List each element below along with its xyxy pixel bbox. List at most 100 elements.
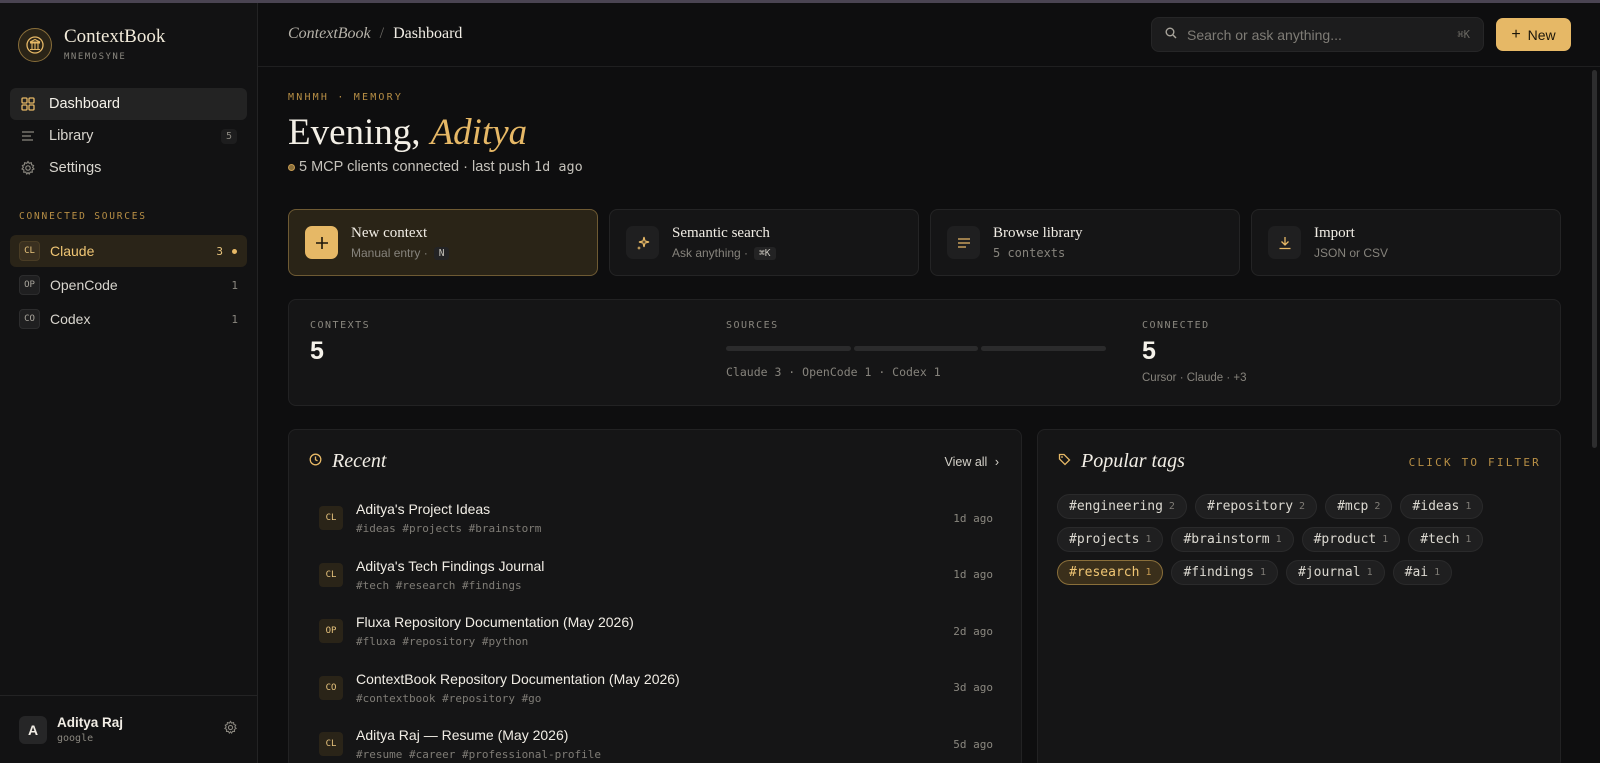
active-dot: [232, 248, 237, 254]
tag-chip[interactable]: #brainstorm 1: [1171, 527, 1294, 552]
source-bar-segment: [853, 346, 979, 351]
tag-count: 1: [1145, 534, 1152, 545]
action-subtitle: 5 contexts: [993, 246, 1066, 260]
stat-subtitle: Cursor · Claude · +3: [1142, 372, 1247, 384]
source-badge: CL: [319, 732, 343, 757]
browse-library-action[interactable]: Browse library 5 contexts: [930, 209, 1240, 276]
tag-chip[interactable]: #journal 1: [1285, 560, 1385, 585]
user-name: Aditya Raj: [57, 715, 124, 730]
tag-name: #ideas: [1412, 499, 1460, 514]
tag-count: 2: [1374, 501, 1381, 512]
clock-icon: [309, 453, 322, 471]
download-icon: [1268, 226, 1301, 259]
panel-title-text: Popular tags: [1081, 450, 1185, 472]
tag-name: #projects: [1069, 532, 1140, 547]
item-tags: #ideas #projects #brainstorm: [356, 522, 542, 536]
tag-name: #repository: [1206, 499, 1294, 514]
grid-icon: [20, 96, 36, 112]
action-subtitle: Manual entry ·: [351, 246, 428, 260]
stat-subtitle: Claude 3 · OpenCode 1 · Codex 1: [726, 365, 941, 379]
tag-chip[interactable]: #engineering 2: [1057, 494, 1187, 519]
nav-item-dashboard[interactable]: Dashboard: [10, 88, 247, 120]
eyebrow-label: ΜΝΗΜΗ · MEMORY: [288, 92, 404, 103]
new-context-action[interactable]: New context Manual entry · N: [288, 209, 598, 276]
source-item-opencode[interactable]: OP OpenCode 1: [10, 269, 247, 301]
source-count: 1: [231, 312, 238, 326]
main-nav: Dashboard Library 5 Settings: [10, 88, 247, 184]
tag-cloud: #engineering 2 #repository 2 #mcp 2 #ideas 1 #pr…: [1057, 494, 1527, 585]
item-tags: #resume #career #professional-profile: [356, 748, 602, 762]
user-profile[interactable]: A Aditya Raj google: [0, 695, 257, 763]
user-settings-gear-icon[interactable]: [223, 719, 238, 740]
source-bar-segment: [981, 346, 1107, 351]
tag-chip[interactable]: #product 1: [1301, 527, 1401, 552]
tag-count: 1: [1275, 534, 1282, 545]
tag-count: 1: [1434, 567, 1441, 578]
view-all-link[interactable]: View all ›: [944, 455, 999, 469]
source-item-claude[interactable]: CL Claude 3: [10, 235, 247, 267]
source-count: 3: [216, 244, 223, 258]
source-label: Codex: [50, 311, 91, 327]
item-tags: #fluxa #repository #python: [356, 635, 529, 649]
breadcrumb-current: Dashboard: [393, 25, 463, 42]
stat-label: SOURCES: [726, 320, 779, 331]
source-badge: OP: [319, 619, 343, 644]
new-button-label: New: [1527, 26, 1556, 43]
connection-status: 5 MCP clients connected · last push 1d a…: [288, 159, 583, 175]
item-title: ContextBook Repository Documentation (Ma…: [356, 670, 680, 687]
recent-list: CL Aditya's Project Ideas #ideas #project…: [309, 490, 1003, 763]
view-all-label: View all: [944, 455, 988, 469]
tag-icon: [1058, 453, 1071, 471]
item-title: Aditya Raj — Resume (May 2026): [356, 727, 569, 744]
tag-chip[interactable]: #ai 1: [1392, 560, 1453, 585]
plus-icon: [305, 226, 338, 259]
semantic-search-action[interactable]: Semantic search Ask anything · ⌘K: [609, 209, 919, 276]
nav-item-library[interactable]: Library 5: [10, 120, 247, 152]
tag-chip[interactable]: #repository 2: [1194, 494, 1318, 519]
popular-tags-title: Popular tags: [1058, 450, 1185, 473]
tag-chip[interactable]: #research 1: [1057, 560, 1164, 585]
item-title: Fluxa Repository Documentation (May 2026…: [356, 614, 634, 631]
import-action[interactable]: Import JSON or CSV: [1251, 209, 1561, 276]
status-time: 1d ago: [534, 159, 583, 175]
greeting-text: Evening,: [288, 112, 421, 153]
sources-distribution-bar: [726, 346, 1107, 351]
list-item[interactable]: CL Aditya Raj — Resume (May 2026) #resume…: [309, 716, 1003, 763]
action-title: Browse library: [993, 225, 1083, 241]
tag-chip[interactable]: #ideas 1: [1400, 494, 1484, 519]
tag-name: #findings: [1183, 565, 1254, 580]
tag-chip[interactable]: #findings 1: [1171, 560, 1278, 585]
tag-name: #tech: [1420, 532, 1460, 547]
brand-subtitle: MNEMOSYNE: [64, 52, 127, 62]
tag-count: 1: [1382, 534, 1389, 545]
list-item[interactable]: OP Fluxa Repository Documentation (May 2…: [309, 603, 1003, 660]
nav-item-settings[interactable]: Settings: [10, 152, 247, 184]
source-item-codex[interactable]: CO Codex 1: [10, 303, 247, 335]
list-item[interactable]: CL Aditya's Project Ideas #ideas #project…: [309, 490, 1003, 547]
action-subtitle: Ask anything ·: [672, 246, 749, 260]
brand-name: ContextBook: [64, 26, 166, 47]
recent-panel: Recent View all › CL Aditya's Project Id…: [288, 429, 1022, 763]
tag-count: 2: [1299, 501, 1306, 512]
stats-panel: CONTEXTS 5 SOURCES Claude 3 · OpenCode 1…: [288, 299, 1561, 406]
breadcrumb-root[interactable]: ContextBook: [288, 25, 371, 43]
search-placeholder: Search or ask anything...: [1187, 26, 1342, 43]
stat-label: CONNECTED: [1142, 320, 1210, 331]
gear-icon: [20, 160, 36, 176]
item-time: 2d ago: [953, 624, 993, 638]
search-input[interactable]: Search or ask anything... ⌘K: [1151, 17, 1484, 52]
tag-name: #mcp: [1337, 499, 1369, 514]
brand[interactable]: ContextBook MNEMOSYNE: [18, 27, 165, 62]
list-item[interactable]: CL Aditya's Tech Findings Journal #tech #…: [309, 547, 1003, 604]
list-item[interactable]: CO ContextBook Repository Documentation …: [309, 660, 1003, 717]
list-icon: [20, 128, 36, 144]
tag-name: #brainstorm: [1183, 532, 1270, 547]
tag-chip[interactable]: #projects 1: [1057, 527, 1164, 552]
scrollbar-thumb[interactable]: [1592, 70, 1597, 448]
tag-count: 1: [1366, 567, 1373, 578]
tag-chip[interactable]: #mcp 2: [1325, 494, 1393, 519]
tag-chip[interactable]: #tech 1: [1408, 527, 1484, 552]
item-time: 3d ago: [953, 681, 993, 695]
stat-connected: CONNECTED 5 Cursor · Claude · +3: [1142, 320, 1247, 384]
new-button[interactable]: + New: [1496, 18, 1571, 51]
